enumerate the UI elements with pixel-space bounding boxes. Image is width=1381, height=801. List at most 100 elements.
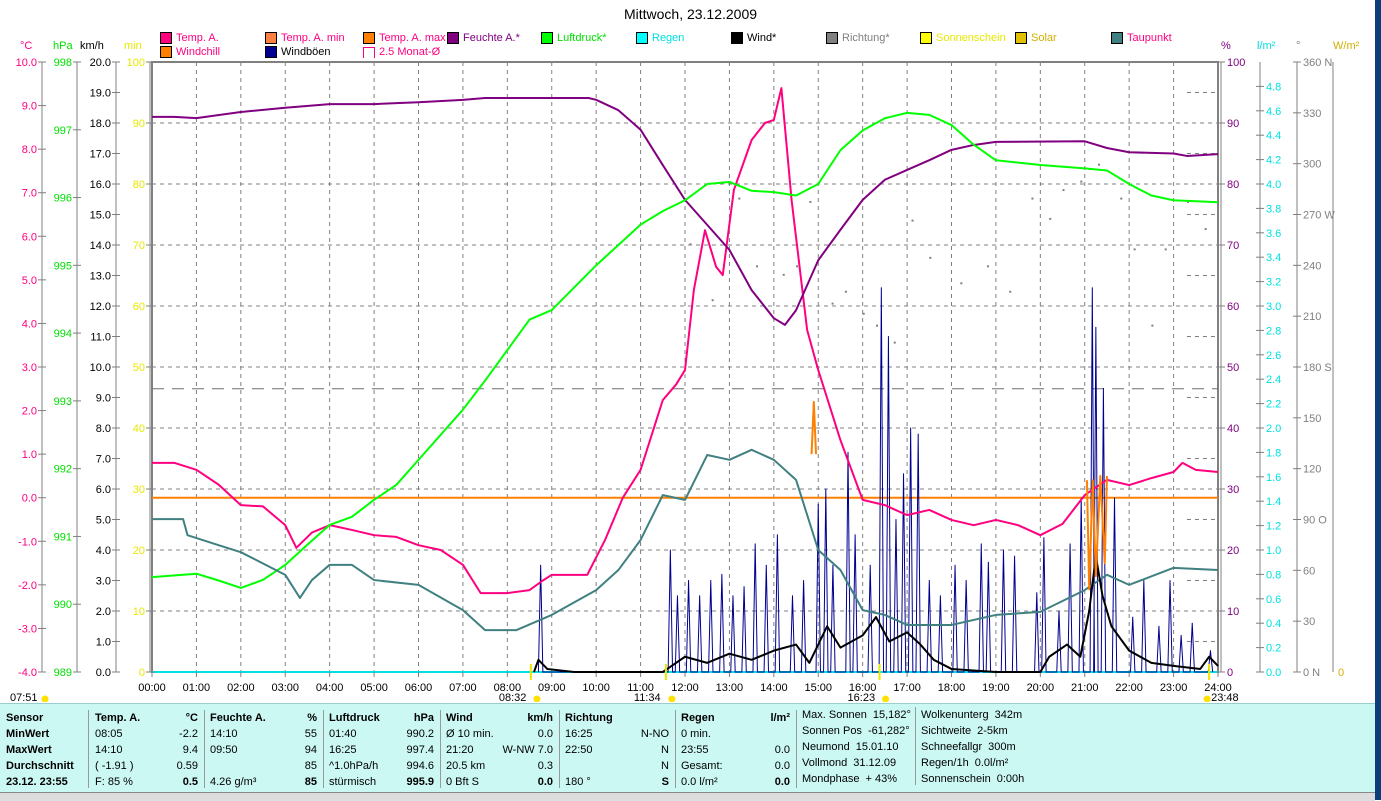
axis-label-direction: 120 <box>1303 464 1321 476</box>
series-windchill <box>810 400 818 455</box>
gust-point <box>1132 616 1134 618</box>
axis-label-rain: 4.2 <box>1266 155 1281 167</box>
header: Feuchte A. <box>210 712 266 724</box>
axis-label-wind: 7.0 <box>96 454 111 466</box>
gust-point <box>1095 326 1097 328</box>
axis-label-humidity: 70 <box>1227 240 1239 252</box>
axis-label-sun_min: 40 <box>133 423 145 435</box>
gust-point <box>817 503 819 505</box>
axis-label-pressure: 991 <box>54 531 72 543</box>
cell-value: 9.4 <box>182 744 198 756</box>
gust-point <box>1036 592 1038 594</box>
cell-label: 09:50 <box>210 744 238 756</box>
axis-label-rain: 1.4 <box>1266 496 1281 508</box>
cell-label: 22:50 <box>565 744 593 756</box>
axis-label-wind: 14.0 <box>90 240 111 252</box>
cell-label: 21:20 <box>446 744 474 756</box>
x-tick-label: 03:00 <box>271 682 299 694</box>
axis-label-rain: 0.4 <box>1266 618 1281 630</box>
cell-label: 0.0 l/m² <box>681 776 718 788</box>
sun-time-label: 11:34 <box>634 692 661 702</box>
axis-label-rain: 0.2 <box>1266 643 1281 655</box>
header: Temp. A. <box>95 712 141 724</box>
axis-label-direction: 360 N <box>1303 57 1332 69</box>
sun-icon <box>882 695 890 702</box>
axis-label-temp: 10.0 <box>16 57 37 69</box>
gust-point <box>847 451 849 453</box>
axis-label-rain: 0.8 <box>1266 569 1281 581</box>
direction-dot <box>1062 189 1065 192</box>
cell-label: 14:10 <box>210 728 238 740</box>
gust-point <box>939 595 941 597</box>
x-tick-label: 14:00 <box>760 682 788 694</box>
axis-label-sun_min: 80 <box>133 179 145 191</box>
axis-label-direction: 180 S <box>1303 362 1332 374</box>
label-avg: Durchschnitt <box>6 760 74 772</box>
axis-label-temp: 5.0 <box>22 275 37 287</box>
direction-dot <box>809 200 812 203</box>
gust-point <box>869 564 871 566</box>
cell-label: 16:25 <box>329 744 357 756</box>
header: Richtung <box>565 712 613 724</box>
col-temp: Temp. A. °C 08:05 -2.2 14:10 9.4 ( -1.91 ) 0.59… <box>89 710 205 788</box>
x-tick-label: 21:00 <box>1071 682 1099 694</box>
cell-label: Sichtweite <box>921 725 972 737</box>
direction-dot <box>796 265 799 268</box>
gust-point <box>832 564 834 566</box>
axis-label-rain: 4.4 <box>1266 130 1281 142</box>
direction-dot <box>1164 248 1167 251</box>
direction-dot <box>689 243 692 246</box>
series-windboeen <box>537 287 1214 673</box>
cell-label: 01:40 <box>329 728 357 740</box>
gust-point <box>754 543 756 545</box>
axis-label-temp: 3.0 <box>22 362 37 374</box>
gust-point <box>699 595 701 597</box>
cell-label: 180 ° <box>565 776 591 788</box>
direction-dot <box>1031 197 1034 200</box>
axis-label-sun_min: 70 <box>133 240 145 252</box>
cell-label: Sonnenschein <box>921 773 991 785</box>
axis-label-rain: 0.0 <box>1266 667 1281 679</box>
sun-icon <box>1203 695 1211 702</box>
col-sensor: Sensor MinWert MaxWert Durchschnitt 23.1… <box>0 710 89 788</box>
axis-label-rain: 2.6 <box>1266 350 1281 362</box>
x-tick-label: 09:00 <box>538 682 566 694</box>
axis-label-wind: 15.0 <box>90 210 111 222</box>
sun-time-label: 23:48 <box>1211 692 1239 702</box>
gust-point <box>803 580 805 581</box>
gust-point <box>1091 287 1093 289</box>
cell-value: N-NO <box>640 728 669 740</box>
axis-label-wind: 9.0 <box>96 393 111 405</box>
axis-label-pressure: 995 <box>54 260 72 272</box>
cell-label: 14:10 <box>95 744 123 756</box>
col-astro: Max. Sonnen 15,182° Sonnen Pos -61,282° Neum… <box>796 707 916 785</box>
sun-time-label: 07:51 <box>10 692 38 702</box>
axis-label-wind: 8.0 <box>96 423 111 435</box>
axis-label-rain: 2.8 <box>1266 325 1281 337</box>
axis-label-humidity: 90 <box>1227 118 1239 130</box>
axis-label-sun_min: 100 <box>127 57 145 69</box>
col-hum: Feuchte A.% 14:10 55 09:50 94 85 4.26 g/m³ 85 <box>204 710 324 788</box>
axis-label-rain: 2.4 <box>1266 374 1281 386</box>
axis-label-sun_min: 0 <box>139 667 145 679</box>
cell-value: 995.9 <box>406 776 434 788</box>
axis-label-wind: 19.0 <box>90 88 111 100</box>
x-tick-label: 00:00 <box>138 682 166 694</box>
cell-value: 94 <box>304 744 317 756</box>
axis-label-humidity: 30 <box>1227 484 1239 496</box>
x-tick-label: 20:00 <box>1027 682 1055 694</box>
cell-label: Wolkenunterg <box>921 709 989 721</box>
axis-label-wind: 4.0 <box>96 545 111 557</box>
gust-point <box>1043 537 1045 539</box>
direction-dot <box>1049 217 1052 220</box>
cell-label: Neumond <box>802 741 850 753</box>
gust-point <box>710 580 712 581</box>
axis-label-pressure: 989 <box>54 667 72 679</box>
axis-label-sun_min: 20 <box>133 545 145 557</box>
direction-dot <box>1098 163 1101 166</box>
gust-point <box>743 586 745 588</box>
axis-label-wind: 18.0 <box>90 118 111 130</box>
cell-label: Sonnen Pos <box>802 725 862 737</box>
axis-label-wind: 11.0 <box>90 332 111 344</box>
axis-label-humidity: 60 <box>1227 301 1239 313</box>
